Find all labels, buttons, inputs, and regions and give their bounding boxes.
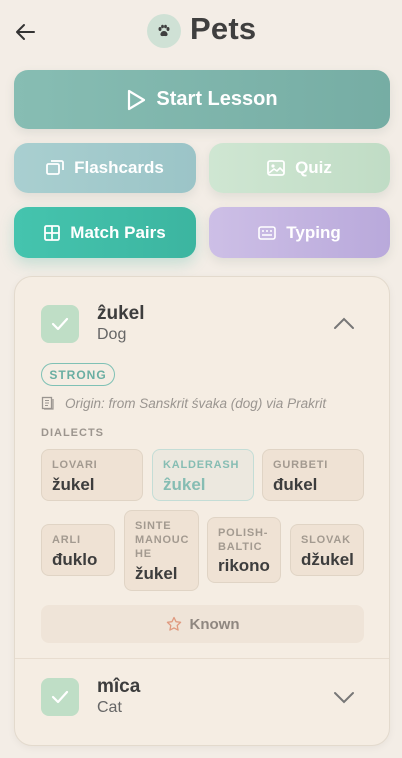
origin-text: Origin: from Sanskrit śvaka (dog) via Pr…	[65, 396, 327, 411]
dialect-chip[interactable]: POLISH- BALTIC rikono	[207, 517, 281, 583]
dialect-name: GURBETI	[273, 459, 329, 471]
word-text: mîca	[97, 676, 141, 697]
strength-badge: STRONG	[41, 363, 115, 386]
dialect-name: ARLI	[52, 534, 81, 546]
word-text: ẑukel	[97, 303, 145, 324]
quiz-button[interactable]: Quiz	[209, 143, 390, 193]
book-icon	[41, 396, 54, 410]
grid-icon	[44, 224, 61, 241]
dialect-value: žukel	[135, 564, 178, 583]
typing-label: Typing	[286, 222, 341, 242]
quiz-label: Quiz	[295, 158, 332, 177]
arrow-left-icon	[16, 24, 35, 40]
dialect-name: SLOVAK	[301, 534, 351, 546]
flashcards-button[interactable]: Flashcards	[14, 143, 196, 193]
expand-button[interactable]	[333, 691, 355, 705]
typing-button[interactable]: Typing	[209, 207, 390, 258]
flashcards-label: Flashcards	[74, 158, 164, 177]
collapse-button[interactable]	[333, 316, 355, 330]
dialect-value: đuklo	[52, 550, 98, 569]
match-pairs-button[interactable]: Match Pairs	[14, 207, 196, 258]
star-icon	[166, 616, 181, 631]
chevron-down-icon	[334, 692, 354, 704]
dialect-name-line: MANOUC	[135, 534, 190, 546]
dialect-name-line: HE	[135, 548, 152, 560]
dialect-chip[interactable]: SINTE MANOUC HE žukel	[124, 510, 199, 591]
dialect-chip[interactable]: SLOVAK džukel	[290, 524, 364, 576]
dialect-value: ẑukel	[163, 475, 206, 494]
page-title: Pets	[190, 11, 257, 46]
word-meaning: Cat	[97, 699, 122, 716]
keyboard-icon	[258, 225, 277, 240]
dialect-value: đukel	[273, 475, 318, 494]
dialects-heading: DIALECTS	[41, 427, 104, 439]
origin-icon-wrap	[41, 396, 55, 415]
start-lesson-button[interactable]: Start Lesson	[14, 70, 390, 129]
dialect-chip-selected[interactable]: KALDERASH ẑukel	[152, 449, 254, 501]
known-checkbox[interactable]	[41, 305, 79, 343]
check-icon	[51, 690, 69, 704]
known-label: Known	[189, 615, 240, 633]
dialect-name: KALDERASH	[163, 459, 240, 471]
chevron-up-icon	[334, 317, 354, 329]
dialect-name: LOVARI	[52, 459, 98, 471]
word-list-card: ẑukel Dog STRONG Origin: from Sanskrit ś…	[14, 276, 390, 746]
mark-known-button[interactable]: Known	[41, 605, 364, 643]
match-pairs-label: Match Pairs	[70, 222, 166, 242]
paw-icon	[158, 24, 170, 37]
dialect-name: POLISH- BALTIC	[218, 526, 268, 554]
dialect-value: rikono	[218, 556, 270, 575]
category-avatar	[147, 14, 181, 48]
dialect-chip[interactable]: GURBETI đukel	[262, 449, 364, 501]
play-icon	[128, 89, 146, 110]
header: Pets	[0, 0, 402, 62]
dialect-name-line: BALTIC	[218, 541, 263, 553]
start-lesson-label: Start Lesson	[156, 88, 278, 110]
dialect-name-line: SINTE	[135, 520, 172, 532]
dialect-value: žukel	[52, 475, 95, 494]
dialect-chip[interactable]: ARLI đuklo	[41, 524, 115, 576]
check-icon	[51, 317, 69, 331]
dialect-name: SINTE MANOUC HE	[135, 519, 189, 561]
dialect-name-line: POLISH-	[218, 527, 269, 539]
divider	[15, 658, 389, 659]
word-meaning: Dog	[97, 326, 127, 343]
known-checkbox[interactable]	[41, 678, 79, 716]
image-icon	[267, 160, 285, 176]
back-button[interactable]	[14, 20, 40, 44]
dialect-value: džukel	[301, 550, 354, 569]
cards-icon	[46, 160, 65, 175]
dialect-chip[interactable]: LOVARI žukel	[41, 449, 143, 501]
